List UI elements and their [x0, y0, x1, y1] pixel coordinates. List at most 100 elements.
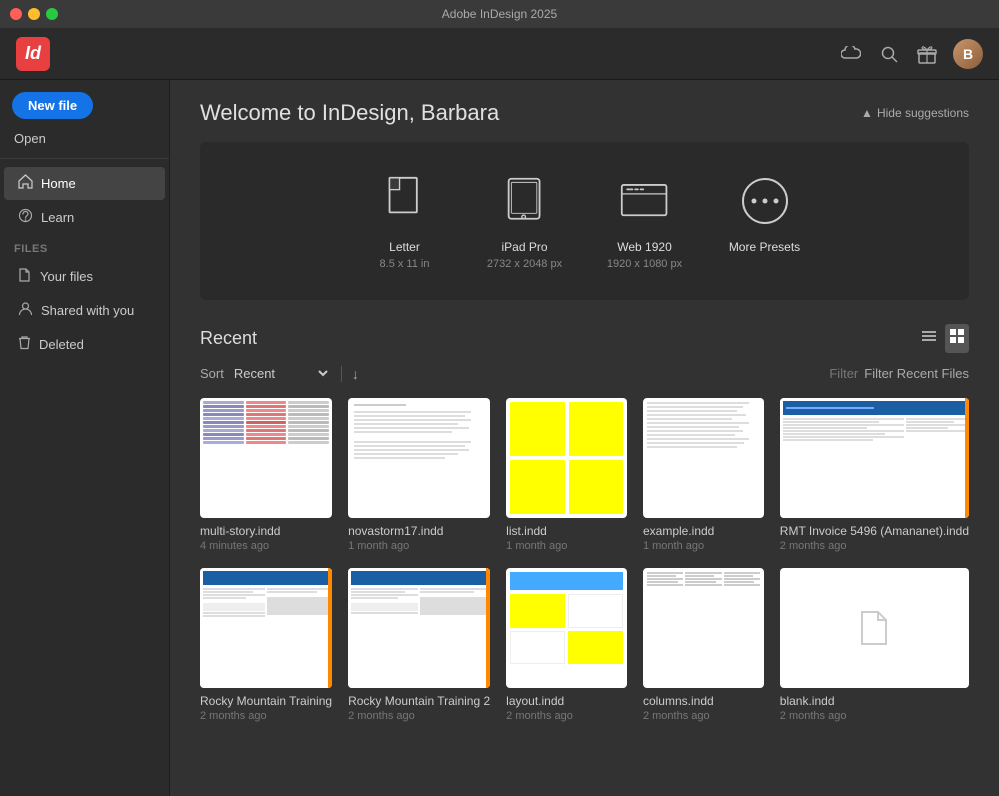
recent-header: Recent — [200, 324, 969, 353]
file-date-rocky2: 2 months ago — [348, 710, 490, 722]
preset-ipad-label: iPad Pro — [501, 240, 547, 254]
preset-ipad-pro[interactable]: iPad Pro 2732 x 2048 px — [485, 172, 565, 270]
file-thumbnail-multi-story — [200, 398, 332, 518]
search-icon[interactable] — [877, 42, 901, 66]
file-card-rmt[interactable]: RMT Invoice 5496 (Amananet).indd 2 month… — [780, 398, 969, 552]
close-button[interactable] — [10, 8, 22, 20]
file-date-blank: 2 months ago — [780, 710, 969, 722]
file-thumbnail-example — [643, 398, 764, 518]
sidebar: New file Open Home Learn FILES — [0, 80, 170, 796]
preset-ipad-sub: 2732 x 2048 px — [487, 258, 562, 270]
chevron-up-icon: ▲ — [861, 106, 873, 120]
home-icon — [18, 174, 33, 193]
file-name-multi-story: multi-story.indd — [200, 524, 332, 538]
presets-area: Letter 8.5 x 11 in iPad Pro 2732 x 2048 … — [200, 142, 969, 300]
file-card-novastorm[interactable]: novastorm17.indd 1 month ago — [348, 398, 490, 552]
sidebar-item-your-files[interactable]: Your files — [4, 260, 165, 293]
more-presets-icon — [736, 172, 794, 230]
preset-more[interactable]: More Presets — [725, 172, 805, 270]
sidebar-home-label: Home — [41, 176, 76, 191]
file-thumbnail-yellow-layout — [506, 568, 627, 688]
file-name-example: example.indd — [643, 524, 764, 538]
sort-area: Sort Recent Name Date modified ↓ — [200, 365, 359, 382]
list-view-button[interactable] — [917, 324, 941, 353]
sidebar-item-learn[interactable]: Learn — [4, 201, 165, 234]
file-thumbnail-novastorm — [348, 398, 490, 518]
open-button[interactable]: Open — [0, 127, 169, 150]
file-thumbnail-blank — [780, 568, 969, 688]
titlebar: Adobe InDesign 2025 — [0, 0, 999, 28]
preset-letter[interactable]: Letter 8.5 x 11 in — [365, 172, 445, 270]
hide-suggestions-button[interactable]: ▲ Hide suggestions — [861, 106, 969, 120]
file-name-yellow-layout: layout.indd — [506, 694, 627, 708]
new-file-button[interactable]: New file — [12, 92, 93, 119]
file-date-multi-story: 4 minutes ago — [200, 540, 332, 552]
file-date-rocky1: 2 months ago — [200, 710, 332, 722]
grid-view-button[interactable] — [945, 324, 969, 353]
file-name-blank: blank.indd — [780, 694, 969, 708]
sidebar-divider-1 — [0, 158, 169, 159]
maximize-button[interactable] — [46, 8, 58, 20]
file-card-rocky2[interactable]: Rocky Mountain Training 2 2 months ago — [348, 568, 490, 722]
file-card-multi-story[interactable]: multi-story.indd 4 minutes ago — [200, 398, 332, 552]
minimize-button[interactable] — [28, 8, 40, 20]
preset-web-label: Web 1920 — [617, 240, 672, 254]
view-toggle — [917, 324, 969, 353]
learn-icon — [18, 208, 33, 227]
topnav: Id B — [0, 28, 999, 80]
file-name-list: list.indd — [506, 524, 627, 538]
file-card-example[interactable]: example.indd 1 month ago — [643, 398, 764, 552]
filter-row: Sort Recent Name Date modified ↓ Filter … — [200, 365, 969, 382]
sort-arrow-icon[interactable]: ↓ — [352, 366, 359, 382]
content-area: Welcome to InDesign, Barbara ▲ Hide sugg… — [170, 80, 999, 796]
topnav-right: B — [839, 39, 983, 69]
file-card-blank[interactable]: blank.indd 2 months ago — [780, 568, 969, 722]
file-thumbnail-list — [506, 398, 627, 518]
filter-label: Filter — [829, 366, 858, 381]
sort-select[interactable]: Recent Name Date modified — [230, 365, 331, 382]
preset-letter-label: Letter — [389, 240, 420, 254]
file-card-yellow-layout[interactable]: layout.indd 2 months ago — [506, 568, 627, 722]
file-date-yellow-layout: 2 months ago — [506, 710, 627, 722]
preset-web-1920[interactable]: Web 1920 1920 x 1080 px — [605, 172, 685, 270]
file-card-columns[interactable]: columns.indd 2 months ago — [643, 568, 764, 722]
cloud-icon[interactable] — [839, 42, 863, 66]
sidebar-new-file-area: New file — [12, 92, 157, 119]
avatar[interactable]: B — [953, 39, 983, 69]
sidebar-your-files-label: Your files — [40, 269, 93, 284]
file-thumbnail-rocky2 — [348, 568, 490, 688]
gift-icon[interactable] — [915, 42, 939, 66]
web-icon — [616, 172, 674, 230]
ipad-icon — [496, 172, 554, 230]
file-date-columns: 2 months ago — [643, 710, 764, 722]
file-date-example: 1 month ago — [643, 540, 764, 552]
hide-suggestions-label: Hide suggestions — [877, 106, 969, 120]
file-thumbnail-rmt — [780, 398, 969, 518]
file-card-rocky1[interactable]: Rocky Mountain Training 2 months ago — [200, 568, 332, 722]
titlebar-buttons — [10, 8, 58, 20]
your-files-icon — [18, 267, 32, 286]
sort-label: Sort — [200, 366, 224, 381]
preset-web-sub: 1920 x 1080 px — [607, 258, 682, 270]
sidebar-deleted-label: Deleted — [39, 337, 84, 352]
shared-icon — [18, 301, 33, 320]
recent-title: Recent — [200, 328, 257, 349]
preset-more-label: More Presets — [729, 240, 800, 254]
file-name-novastorm: novastorm17.indd — [348, 524, 490, 538]
sidebar-learn-label: Learn — [41, 210, 74, 225]
file-date-rmt: 2 months ago — [780, 540, 969, 552]
file-name-rmt: RMT Invoice 5496 (Amananet).indd — [780, 524, 969, 538]
files-section-label: FILES — [0, 235, 169, 259]
file-name-columns: columns.indd — [643, 694, 764, 708]
sidebar-item-home[interactable]: Home — [4, 167, 165, 200]
filter-recent-button[interactable]: Filter Recent Files — [864, 366, 969, 381]
sidebar-item-deleted[interactable]: Deleted — [4, 328, 165, 361]
sidebar-shared-label: Shared with you — [41, 303, 134, 318]
sidebar-item-shared[interactable]: Shared with you — [4, 294, 165, 327]
file-card-list[interactable]: list.indd 1 month ago — [506, 398, 627, 552]
topnav-left: Id — [16, 37, 50, 71]
app-logo[interactable]: Id — [16, 37, 50, 71]
welcome-title: Welcome to InDesign, Barbara — [200, 100, 499, 126]
file-grid: multi-story.indd 4 minutes ago — [200, 398, 969, 722]
preset-letter-sub: 8.5 x 11 in — [380, 258, 430, 270]
